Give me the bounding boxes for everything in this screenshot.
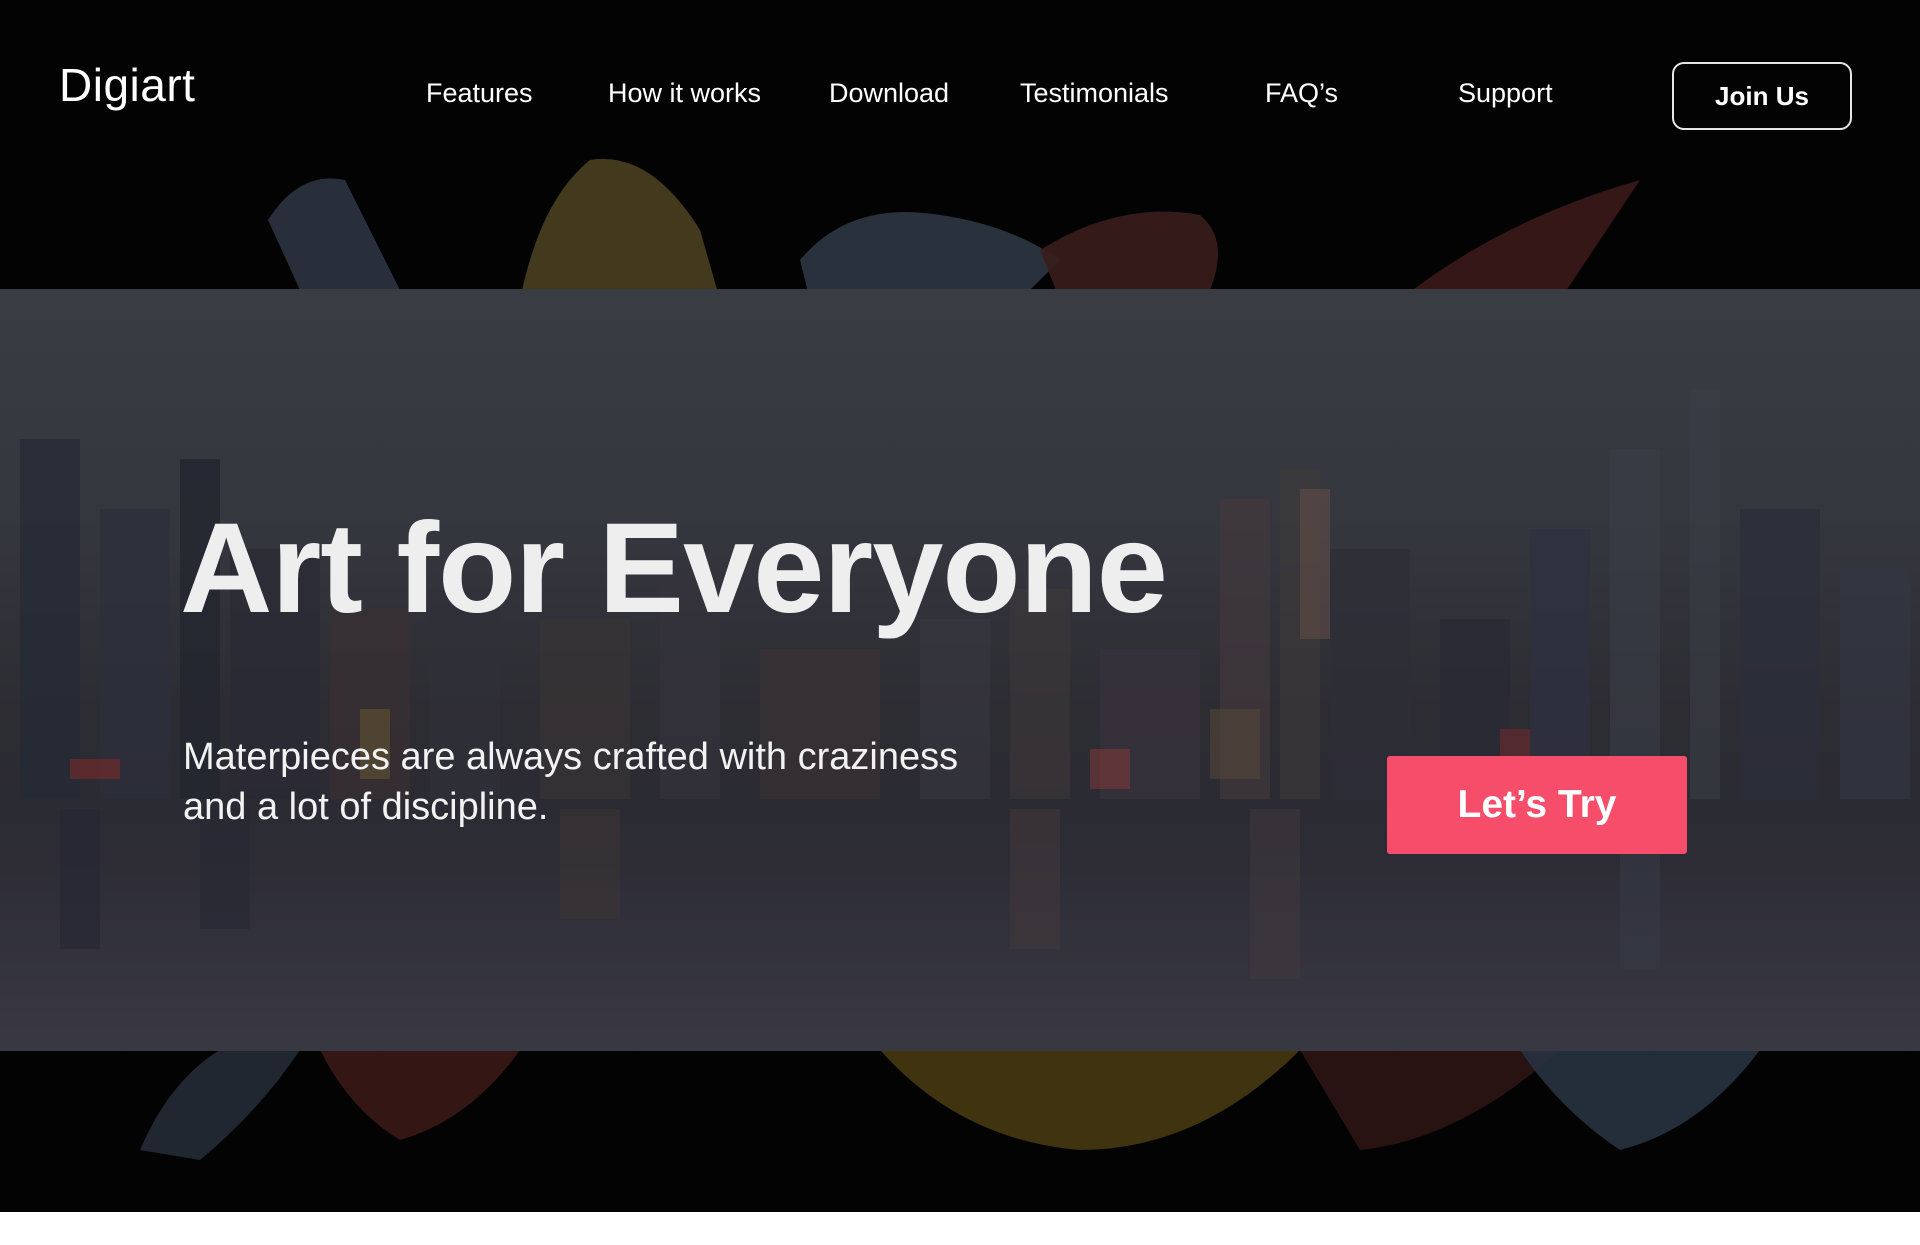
brand-logo[interactable]: Digiart (59, 58, 195, 112)
nav-item-support[interactable]: Support (1458, 78, 1553, 109)
landing-page: Digiart Features How it works Download T… (0, 0, 1920, 1245)
lets-try-button[interactable]: Let’s Try (1387, 756, 1687, 854)
nav-item-testimonials[interactable]: Testimonials (1020, 78, 1169, 109)
nav-item-features[interactable]: Features (426, 78, 533, 109)
nav-item-faqs[interactable]: FAQ’s (1265, 78, 1338, 109)
hero-painting-band (0, 289, 1920, 1051)
city-painting-image (0, 389, 1920, 1051)
hero-headline: Art for Everyone (180, 497, 1168, 640)
nav-item-how-it-works[interactable]: How it works (608, 78, 761, 109)
nav-item-download[interactable]: Download (829, 78, 949, 109)
hero-section: Digiart Features How it works Download T… (0, 0, 1920, 1212)
hero-subtitle: Materpieces are always crafted with craz… (183, 736, 959, 828)
join-us-button[interactable]: Join Us (1672, 62, 1852, 130)
